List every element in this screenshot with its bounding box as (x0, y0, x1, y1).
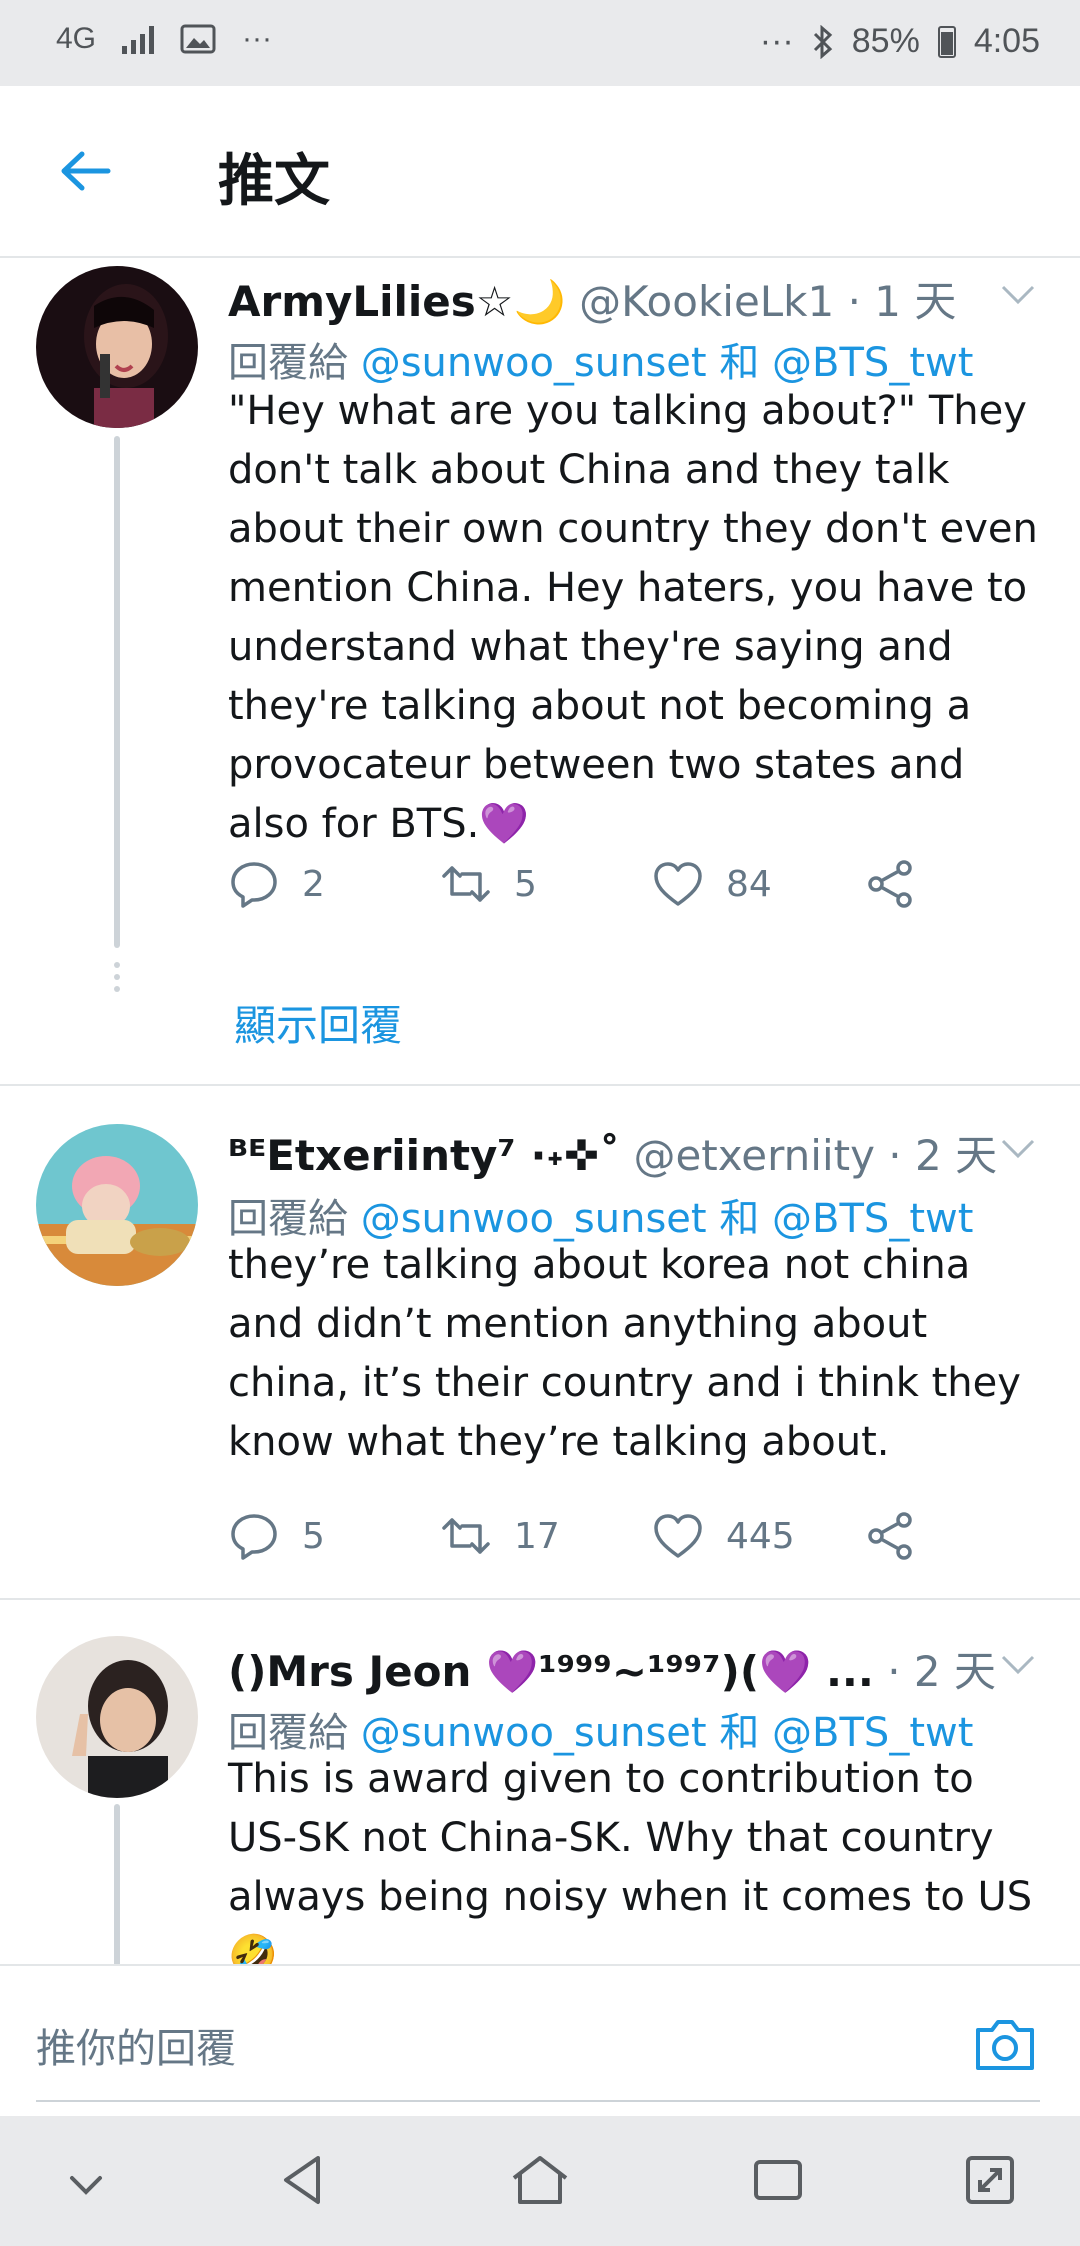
tweet-header: ᴮᴱEtxeriinty⁷ ·˖✜˚ @etxerniity · 2 天 (228, 1122, 997, 1183)
screen-rotate-icon[interactable] (962, 2152, 1018, 2208)
share-button[interactable] (864, 858, 916, 910)
reply-icon (231, 862, 277, 908)
handle-and-time[interactable]: · 2 天 (887, 1647, 996, 1696)
back-arrow-icon[interactable] (58, 144, 112, 198)
tweet-header: ArmyLilies☆🌙 @KookieLk1 · 1 天 (228, 268, 956, 329)
retweet-count: 5 (514, 863, 537, 905)
tweet[interactable]: ᴮᴱEtxeriinty⁷ ·˖✜˚ @etxerniity · 2 天 回覆給… (0, 1086, 1080, 1598)
reply-prefix: 回覆給 (228, 340, 361, 386)
status-bar: 4G ··· ··· 85% 4:05 (0, 0, 1080, 86)
mention-link[interactable]: @sunwoo_sunset (361, 340, 707, 386)
handle-and-time[interactable]: @KookieLk1 · 1 天 (579, 277, 956, 326)
reply-button[interactable]: 2 (228, 858, 325, 910)
signal-icon (122, 24, 155, 54)
thread-dot (114, 974, 120, 980)
avatar[interactable] (36, 1636, 198, 1798)
chevron-down-icon[interactable] (1000, 1654, 1036, 1676)
display-name[interactable]: ArmyLilies☆🌙 (228, 277, 566, 326)
battery-percent: 85% (851, 22, 920, 60)
heart-icon (654, 862, 702, 906)
share-button[interactable] (864, 1510, 916, 1562)
reply-count: 2 (302, 863, 325, 905)
bluetooth-icon (813, 24, 832, 59)
reply-button[interactable]: 5 (228, 1510, 325, 1562)
thread-line (114, 436, 120, 948)
camera-icon[interactable] (972, 2014, 1038, 2074)
thread-line (114, 1804, 120, 1964)
chevron-down-icon[interactable] (1000, 284, 1036, 306)
heart-icon (654, 1514, 702, 1558)
network-type: 4G (56, 22, 97, 55)
reply-input[interactable]: 推你的回覆 (36, 2016, 236, 2074)
chevron-down-icon[interactable] (1000, 1138, 1036, 1160)
reply-count: 5 (302, 1515, 325, 1557)
recent-apps-icon[interactable] (750, 2152, 806, 2208)
tweet-text: "Hey what are you talking about?" They d… (228, 388, 1038, 847)
tweet-header: ()Mrs Jeon 💜¹⁹⁹⁹~¹⁹⁹⁷)(💜 ... · 2 天 (228, 1638, 996, 1699)
more-status: ··· (759, 22, 794, 60)
show-replies-link[interactable]: 顯示回覆 (234, 992, 402, 1053)
system-nav-bar (0, 2116, 1080, 2246)
thread-dot (114, 986, 120, 992)
reply-icon (231, 1514, 277, 1560)
avatar[interactable] (36, 266, 198, 428)
input-underline (36, 2100, 1040, 2102)
more-notifications: ··· (242, 22, 273, 55)
display-name[interactable]: ᴮᴱEtxeriinty⁷ ·˖✜˚ (228, 1131, 620, 1180)
handle-and-time[interactable]: @etxerniity · 2 天 (633, 1131, 997, 1180)
mention-link[interactable]: @BTS_twt (772, 340, 973, 386)
avatar[interactable] (36, 1124, 198, 1286)
app-header: 推文 (0, 86, 1080, 258)
share-icon (868, 860, 912, 908)
reply-to-line: 回覆給 @sunwoo_sunset 和 @BTS_twt (228, 330, 973, 388)
back-icon[interactable] (278, 2152, 326, 2208)
gallery-icon (180, 24, 216, 54)
thread-dot (114, 962, 120, 968)
reply-conjunction: 和 (706, 340, 773, 386)
tweet[interactable]: ()Mrs Jeon 💜¹⁹⁹⁹~¹⁹⁹⁷)(💜 ... · 2 天 回覆給 @… (0, 1600, 1080, 1964)
share-icon (868, 1512, 912, 1560)
retweet-icon (442, 1518, 490, 1554)
retweet-button[interactable]: 5 (440, 858, 537, 910)
reply-composer: 推你的回覆 (0, 1964, 1080, 2118)
home-icon[interactable] (508, 2152, 572, 2208)
tweet-actions: 5 17 445 (228, 1510, 1028, 1570)
retweet-icon (442, 866, 490, 902)
display-name[interactable]: ()Mrs Jeon 💜¹⁹⁹⁹~¹⁹⁹⁷)(💜 ... (228, 1647, 874, 1696)
chevron-down-icon[interactable] (66, 2170, 106, 2200)
like-button[interactable]: 84 (652, 858, 772, 910)
page-title: 推文 (218, 149, 330, 214)
tweet[interactable]: ArmyLilies☆🌙 @KookieLk1 · 1 天 回覆給 @sunwo… (0, 258, 1080, 1084)
tweet-text: they’re talking about korea not china an… (228, 1242, 1021, 1465)
tweet-text: This is award given to contribution to U… (228, 1756, 1033, 1964)
like-button[interactable]: 445 (652, 1510, 795, 1562)
retweet-button[interactable]: 17 (440, 1510, 560, 1562)
retweet-count: 17 (514, 1515, 560, 1557)
tweet-actions: 2 5 84 (228, 858, 1028, 918)
battery-icon (937, 25, 956, 58)
like-count: 445 (726, 1515, 795, 1557)
clock: 4:05 (973, 22, 1040, 60)
like-count: 84 (726, 863, 772, 905)
